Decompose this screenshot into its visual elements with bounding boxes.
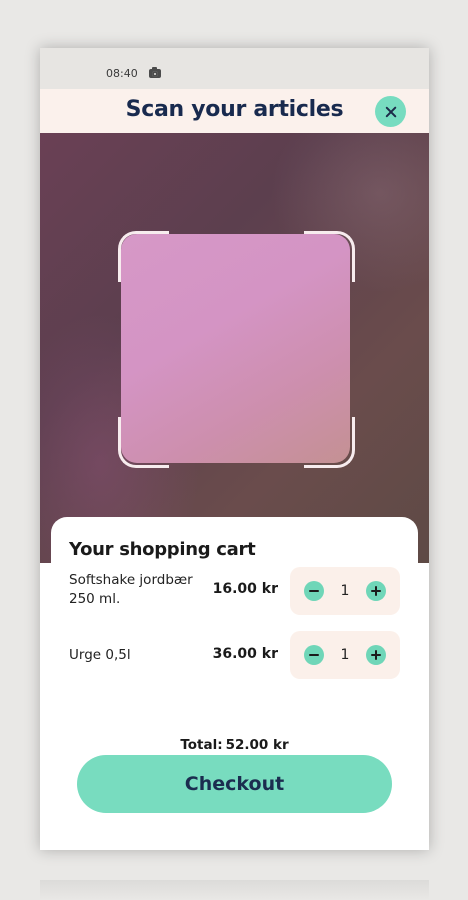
increase-quantity-button[interactable]: [366, 581, 386, 601]
camera-icon: [149, 67, 161, 78]
scan-corner-top-right: [304, 231, 355, 282]
page-title: Scan your articles: [125, 97, 344, 122]
cart-item: Softshake jordbær 250 ml. 16.00 kr 1: [51, 567, 418, 617]
quantity-value: 1: [340, 583, 350, 599]
quantity-value: 1: [340, 647, 350, 663]
header: Scan your articles: [40, 89, 429, 133]
camera-viewfinder: [40, 133, 429, 563]
scan-corner-top-left: [118, 231, 169, 282]
cart-total: Total: 52.00 kr: [51, 737, 418, 753]
item-name: Urge 0,5l: [69, 647, 131, 663]
close-icon: [385, 106, 397, 118]
background-card-edge: [40, 880, 429, 900]
item-price: 16.00 kr: [212, 581, 278, 597]
scan-corner-bottom-right: [304, 417, 355, 468]
item-name: Softshake jordbær 250 ml.: [69, 572, 193, 607]
checkout-button[interactable]: Checkout: [77, 755, 392, 813]
item-price: 36.00 kr: [212, 646, 278, 662]
cart-item: Urge 0,5l 36.00 kr 1: [51, 625, 418, 679]
decrease-quantity-button[interactable]: [304, 581, 324, 601]
cart-title: Your shopping cart: [69, 539, 256, 560]
phone-screen: 08:40 Scan your articles Your shopping c…: [40, 48, 429, 850]
scan-corner-bottom-left: [118, 417, 169, 468]
total-value: 52.00 kr: [225, 737, 289, 753]
total-label: Total:: [180, 737, 223, 753]
quantity-stepper: 1: [290, 567, 400, 615]
status-time: 08:40: [106, 67, 138, 80]
close-button[interactable]: [375, 96, 406, 127]
shopping-cart-panel: Your shopping cart Softshake jordbær 250…: [51, 517, 418, 833]
increase-quantity-button[interactable]: [366, 645, 386, 665]
status-bar: 08:40: [40, 48, 429, 89]
quantity-stepper: 1: [290, 631, 400, 679]
decrease-quantity-button[interactable]: [304, 645, 324, 665]
